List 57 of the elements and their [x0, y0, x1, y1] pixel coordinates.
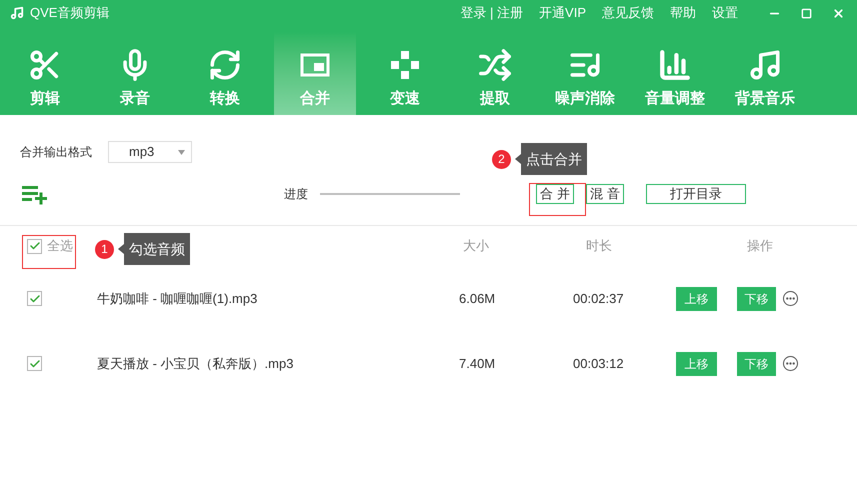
- tab[interactable]: 转换: [184, 32, 266, 115]
- checkbox[interactable]: [27, 238, 42, 254]
- file-size: 6.06M: [459, 290, 496, 308]
- move-down-button[interactable]: 下移: [737, 286, 776, 310]
- file-size: 7.40M: [459, 354, 496, 373]
- window-title: QVE音频剪辑: [30, 4, 110, 22]
- more-icon[interactable]: [783, 291, 798, 306]
- add-list-icon[interactable]: [20, 183, 48, 205]
- move-down-button[interactable]: 下移: [737, 352, 776, 376]
- file-name: 夏天播放 - 小宝贝（私奔版）.mp3: [97, 354, 294, 373]
- tab[interactable]: 合并: [274, 32, 356, 115]
- move-up-button[interactable]: 上移: [676, 352, 717, 376]
- move-up-button[interactable]: 上移: [676, 286, 717, 310]
- tooltip: 勾选音频: [124, 233, 190, 265]
- column-header: 操作: [747, 237, 773, 256]
- format-label: 合并输出格式: [20, 144, 92, 161]
- file-duration: 00:03:12: [573, 354, 625, 373]
- step-badge: 2: [492, 150, 511, 168]
- action-button[interactable]: 合 并: [536, 184, 574, 204]
- tooltip-pointer-icon: [118, 244, 124, 254]
- tab[interactable]: 背景音乐: [724, 32, 806, 115]
- tab[interactable]: 噪声消除: [544, 32, 626, 115]
- step-badge: 1: [95, 240, 114, 258]
- header-link[interactable]: 意见反馈: [602, 3, 654, 23]
- progress-label: 进度: [284, 186, 308, 203]
- header-link[interactable]: 帮助: [670, 3, 696, 23]
- tooltip-pointer-icon: [515, 154, 521, 164]
- shuffle-icon: [478, 48, 512, 82]
- column-header: 时长: [586, 237, 613, 256]
- tab[interactable]: 音量调整: [634, 32, 716, 115]
- header-link[interactable]: 登录 | 注册: [460, 3, 524, 23]
- close-icon[interactable]: [832, 6, 845, 20]
- music-note-icon: [748, 48, 782, 82]
- maximize-icon[interactable]: [801, 8, 812, 18]
- format-dropdown[interactable]: mp3: [108, 141, 192, 163]
- file-name: 牛奶咖啡 - 咖喱咖喱(1).mp3: [97, 290, 258, 308]
- header-link[interactable]: 开通VIP: [539, 3, 586, 23]
- action-button[interactable]: 打开目录: [646, 184, 746, 204]
- tab[interactable]: 剪辑: [4, 32, 86, 115]
- tab[interactable]: 录音: [94, 32, 176, 115]
- tooltip: 点击合并: [521, 143, 587, 175]
- caret-icon: [178, 150, 185, 154]
- highlight-frame: [529, 183, 586, 216]
- header-link[interactable]: 设置: [712, 3, 738, 23]
- tab[interactable]: 变速: [364, 32, 446, 115]
- music-note-icon: [10, 6, 24, 20]
- select-all-label: 全选: [47, 237, 73, 256]
- checkbox[interactable]: [27, 291, 42, 306]
- file-duration: 00:02:37: [573, 290, 625, 308]
- column-header: 大小: [463, 237, 490, 256]
- action-button[interactable]: 混 音: [586, 184, 624, 204]
- bar-chart-icon: [658, 48, 692, 82]
- refresh-icon: [208, 48, 242, 82]
- more-icon[interactable]: [783, 356, 798, 371]
- highlight-frame: [22, 235, 76, 269]
- tab[interactable]: 提取: [454, 32, 536, 115]
- checkbox[interactable]: [27, 356, 42, 371]
